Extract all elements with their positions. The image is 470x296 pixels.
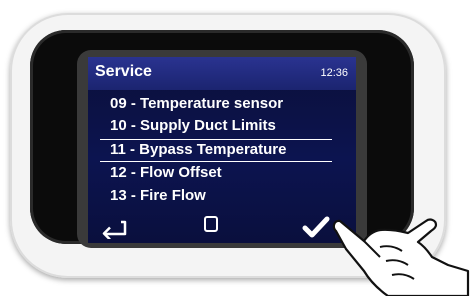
back-arrow-icon [102, 220, 127, 241]
screen-footer [88, 213, 356, 243]
selection-bottom-line [100, 161, 332, 162]
screen-header: Service 12:36 [88, 57, 356, 90]
menu-item-temperature-sensor[interactable]: 09 - Temperature sensor [110, 95, 283, 112]
menu-item-fire-flow[interactable]: 13 - Fire Flow [110, 187, 206, 204]
page-title: Service [95, 63, 152, 80]
menu-item-bypass-temperature[interactable]: 11 - Bypass Temperature [110, 141, 286, 158]
back-button[interactable] [101, 217, 129, 241]
checkmark-icon [302, 216, 330, 238]
clock: 12:36 [320, 67, 348, 79]
menu-item-supply-duct-limits[interactable]: 10 - Supply Duct Limits [110, 117, 276, 134]
home-button[interactable] [204, 216, 218, 232]
selection-top-line [100, 139, 332, 140]
pointing-hand-illustration [332, 218, 470, 296]
display-screen: Service 12:36 09 - Temperature sensor 10… [88, 57, 356, 243]
menu-item-flow-offset[interactable]: 12 - Flow Offset [110, 164, 222, 181]
confirm-button[interactable] [302, 215, 330, 239]
